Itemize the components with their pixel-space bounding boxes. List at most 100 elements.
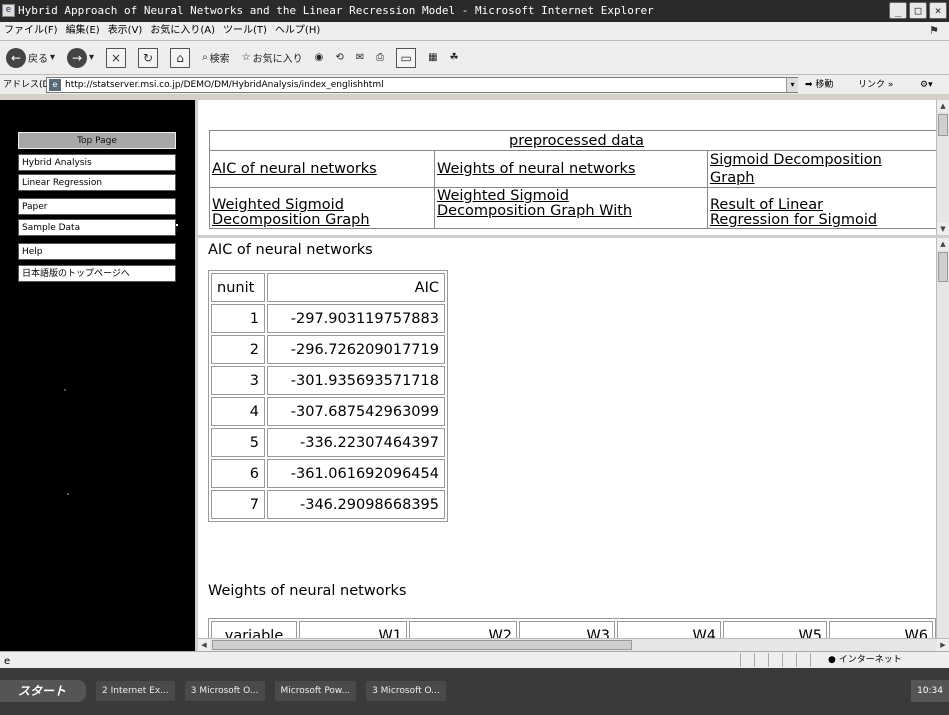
task-microsoft-office-2[interactable]: 3 Microsoft O... xyxy=(366,681,446,701)
header-w1: W1 xyxy=(299,621,407,638)
nav-item-sample-data[interactable]: Sample Data xyxy=(18,219,176,236)
zone-indicator: ● インターネット xyxy=(828,655,902,665)
menu-tools[interactable]: ツール(T) xyxy=(223,22,267,40)
discuss-button[interactable]: ▦ xyxy=(426,45,439,71)
cell-aic: -301.935693571718 xyxy=(267,366,445,395)
table-header-row: nunit AIC xyxy=(211,273,445,302)
task-internet-explorer[interactable]: 2 Internet Ex... xyxy=(96,681,175,701)
link-weighted-sigmoid-with[interactable]: Weighted Sigmoid Decomposition Graph With xyxy=(434,187,708,229)
link-sigmoid-graph[interactable]: Sigmoid Decomposition Graph xyxy=(707,150,936,188)
menu-favorites[interactable]: お気に入り(A) xyxy=(150,22,215,40)
header-w3: W3 xyxy=(519,621,615,638)
history-icon: ⟲ xyxy=(335,52,344,63)
cell-aic: -336.22307464397 xyxy=(267,428,445,457)
cell-aic: -346.29098668395 xyxy=(267,490,445,519)
link-aic[interactable]: AIC of neural networks xyxy=(209,150,435,188)
scroll-thumb[interactable] xyxy=(212,640,632,650)
scroll-up-icon[interactable]: ▲ xyxy=(937,238,949,250)
links-button[interactable]: リンク » xyxy=(858,75,893,95)
history-button[interactable]: ⟲ xyxy=(333,45,345,71)
scroll-up-icon[interactable]: ▲ xyxy=(937,100,949,112)
cell-nunit: 6 xyxy=(211,459,265,488)
home-button[interactable]: ⌂ xyxy=(168,45,192,71)
edit-button[interactable]: ▭ xyxy=(394,45,418,71)
search-button[interactable]: ⌕ 検索 xyxy=(200,45,232,71)
nav-item-japanese-top[interactable]: 日本語版のトップページへ xyxy=(18,265,176,282)
scroll-right-icon[interactable]: ▶ xyxy=(937,639,949,651)
aic-table: nunit AIC 1 -297.903119757883 2 -296.72620… xyxy=(208,270,448,522)
header-variable: variable xyxy=(211,621,297,638)
system-clock[interactable]: 10:34 xyxy=(911,680,949,702)
top-frame-scrollbar[interactable]: ▲ ▼ xyxy=(936,100,949,235)
nav-item-linear-regression[interactable]: Linear Regression xyxy=(18,174,176,191)
stop-button[interactable]: × xyxy=(104,45,128,71)
back-button[interactable]: ← 戻る ▾ xyxy=(4,45,57,71)
cell-nunit: 3 xyxy=(211,366,265,395)
ie-logo-icon: e xyxy=(2,4,15,17)
task-powerpoint[interactable]: Microsoft Pow... xyxy=(274,681,357,701)
page-icon: e xyxy=(49,79,61,91)
address-input[interactable]: e http://statserver.msi.co.jp/DEMO/DM/Hy… xyxy=(46,77,798,93)
menu-bar: ファイル(F) 編集(E) 表示(V) お気に入り(A) ツール(T) ヘルプ(… xyxy=(0,22,949,40)
menu-edit[interactable]: 編集(E) xyxy=(66,22,100,40)
ie-window: e Hybrid Approach of Neural Networks and… xyxy=(0,0,949,715)
maximize-button[interactable]: □ xyxy=(909,2,927,19)
taskbar: スタート 2 Internet Ex... 3 Microsoft O... M… xyxy=(0,668,949,715)
link-table: preprocessed data AIC of neural networks… xyxy=(209,130,936,229)
menu-view[interactable]: 表示(V) xyxy=(108,22,143,40)
task-microsoft-office-1[interactable]: 3 Microsoft O... xyxy=(184,681,265,701)
decor-dot xyxy=(64,389,66,391)
content-frame-hscrollbar[interactable]: ◀ ▶ xyxy=(198,638,949,651)
scroll-thumb[interactable] xyxy=(938,252,948,282)
table-row: 5 -336.22307464397 xyxy=(211,428,445,457)
search-label: 検索 xyxy=(209,54,230,65)
scroll-down-icon[interactable]: ▼ xyxy=(937,223,949,235)
cell-nunit: 7 xyxy=(211,490,265,519)
header-w5: W5 xyxy=(723,621,827,638)
left-nav-frame: Top Page Hybrid Analysis Linear Regressi… xyxy=(0,100,195,700)
table-row: 2 -296.726209017719 xyxy=(211,335,445,364)
window-controls: _ □ × xyxy=(889,2,947,19)
nav-item-help[interactable]: Help xyxy=(18,243,176,260)
nav-item-hybrid-analysis[interactable]: Hybrid Analysis xyxy=(18,154,176,171)
mail-button[interactable]: ✉ xyxy=(354,45,366,71)
menu-help[interactable]: ヘルプ(H) xyxy=(275,22,320,40)
scroll-thumb[interactable] xyxy=(938,114,948,136)
home-icon: ⌂ xyxy=(170,47,191,68)
stop-icon: × xyxy=(106,47,127,68)
favorites-button[interactable]: ☆ お気に入り xyxy=(240,45,305,71)
go-label: 移動 xyxy=(815,80,834,90)
link-weights[interactable]: Weights of neural networks xyxy=(434,150,708,188)
nav-top-page[interactable]: Top Page xyxy=(18,132,176,149)
link-result-linear[interactable]: Result of Linear Regression for Sigmoid xyxy=(707,187,936,229)
go-button[interactable]: ➡ 移動 xyxy=(805,75,833,95)
print-button[interactable]: ⎙ xyxy=(374,45,386,71)
media-button[interactable]: ◉ xyxy=(313,45,326,71)
start-button[interactable]: スタート xyxy=(0,680,86,702)
table-row: 3 -301.935693571718 xyxy=(211,366,445,395)
messenger-button[interactable]: ☘ xyxy=(448,45,461,71)
address-url: http://statserver.msi.co.jp/DEMO/DM/Hybr… xyxy=(65,80,384,90)
menu-file[interactable]: ファイル(F) xyxy=(4,22,58,40)
cell-aic: -361.061692096454 xyxy=(267,459,445,488)
aic-section-title: AIC of neural networks xyxy=(208,242,373,258)
link-weighted-sigmoid[interactable]: Weighted Sigmoid Decomposition Graph xyxy=(209,187,435,229)
content-frame-scrollbar[interactable]: ▲ xyxy=(936,238,949,638)
print-icon: ⎙ xyxy=(376,52,385,63)
window-title: Hybrid Approach of Neural Networks and t… xyxy=(18,4,654,17)
refresh-button[interactable]: ↻ xyxy=(136,45,160,71)
link-preprocessed-data[interactable]: preprocessed data xyxy=(209,130,936,151)
status-cells xyxy=(740,653,824,667)
star-icon: ☆ xyxy=(241,52,251,63)
close-button[interactable]: × xyxy=(929,2,947,19)
zone-label: インターネット xyxy=(838,655,902,665)
forward-button[interactable]: → ▾ xyxy=(65,45,96,71)
minimize-button[interactable]: _ xyxy=(889,2,907,19)
toolbar-extra-icon[interactable]: ⚙▾ xyxy=(920,75,933,95)
address-dropdown-icon[interactable]: ▾ xyxy=(786,78,798,92)
weights-table: variable W1 W2 W3 W4 W5 W6 xyxy=(208,618,936,638)
decor-dot xyxy=(176,224,178,226)
nav-item-paper[interactable]: Paper xyxy=(18,198,176,215)
content-frame: AIC of neural networks nunit AIC 1 -297.9… xyxy=(198,238,936,638)
scroll-left-icon[interactable]: ◀ xyxy=(198,639,210,651)
